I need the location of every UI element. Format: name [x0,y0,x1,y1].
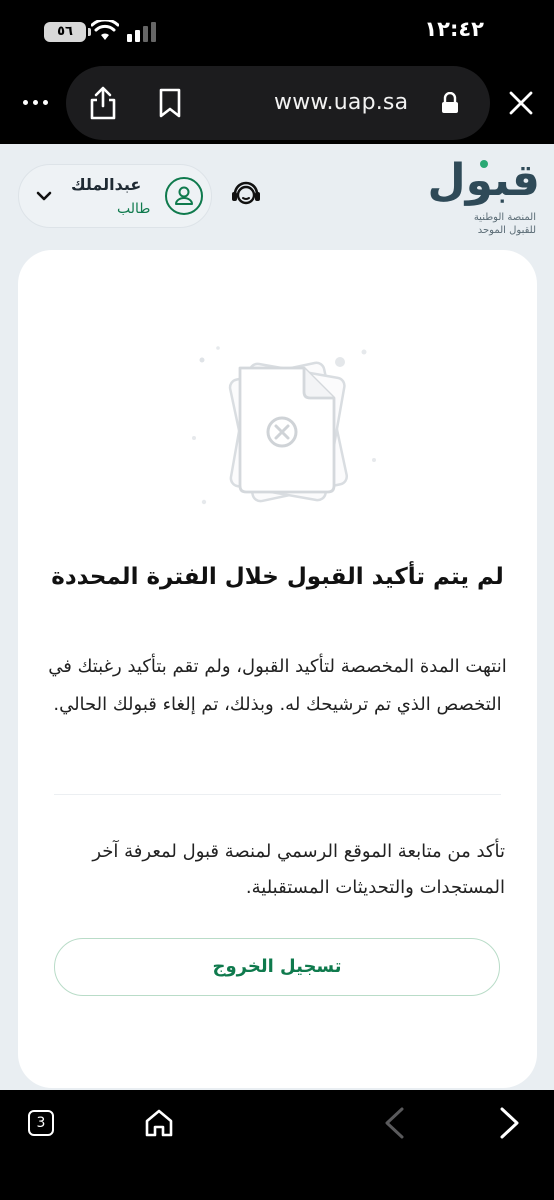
url-text: www.uap.sa [274,90,409,115]
browser-toolbar: www.uap.sa [0,62,554,144]
tabs-button[interactable]: 3 [28,1110,54,1136]
support-headset-icon[interactable] [230,178,262,208]
user-role: طالب [117,201,151,217]
status-bar: ٥٦ ١٢:٤٢ [0,0,554,62]
cancelled-document-icon [192,346,376,505]
clock: ١٢:٤٢ [424,17,484,41]
divider [54,794,501,795]
battery-indicator: ٥٦ [44,22,91,42]
share-icon[interactable] [88,86,118,120]
logo-dot [480,160,488,168]
home-icon[interactable] [144,1108,174,1138]
back-arrow-icon[interactable] [382,1106,406,1140]
bookmark-icon[interactable] [158,88,182,118]
web-page: عبدالملك طالب قبول المنصة الوطنية للقبول… [0,144,554,1090]
user-name: عبدالملك [71,175,142,194]
status-title: لم يتم تأكيد القبول خلال الفترة المحددة [51,564,504,590]
chevron-down-icon[interactable] [35,187,53,205]
wifi-icon [91,20,119,40]
close-icon[interactable] [508,90,534,116]
lock-icon [442,92,458,113]
browser-bottom-toolbar: 3 [0,1090,554,1200]
qabool-logo[interactable]: قبول المنصة الوطنية للقبول الموحد [427,156,540,238]
follow-up-note: تأكد من متابعة الموقع الرسمي لمنصة قبول … [92,841,505,898]
forward-arrow-icon[interactable] [498,1106,522,1140]
status-message: انتهت المدة المخصصة لتأكيد القبول، ولم ت… [48,656,507,715]
status-card: لم يتم تأكيد القبول خلال الفترة المحددة … [18,250,537,1088]
user-menu[interactable]: عبدالملك طالب [18,164,212,228]
logo-subtitle-line1: المنصة الوطنية [473,212,536,223]
avatar [165,177,203,215]
cellular-signal-icon [127,22,156,42]
logout-button[interactable]: تسجيل الخروج [54,938,500,996]
address-bar[interactable]: www.uap.sa [66,66,490,140]
more-options-icon[interactable] [20,90,50,114]
site-header: عبدالملك طالب قبول المنصة الوطنية للقبول… [0,144,554,248]
logo-subtitle-line2: للقبول الموحد [477,225,536,236]
user-icon [175,186,193,205]
